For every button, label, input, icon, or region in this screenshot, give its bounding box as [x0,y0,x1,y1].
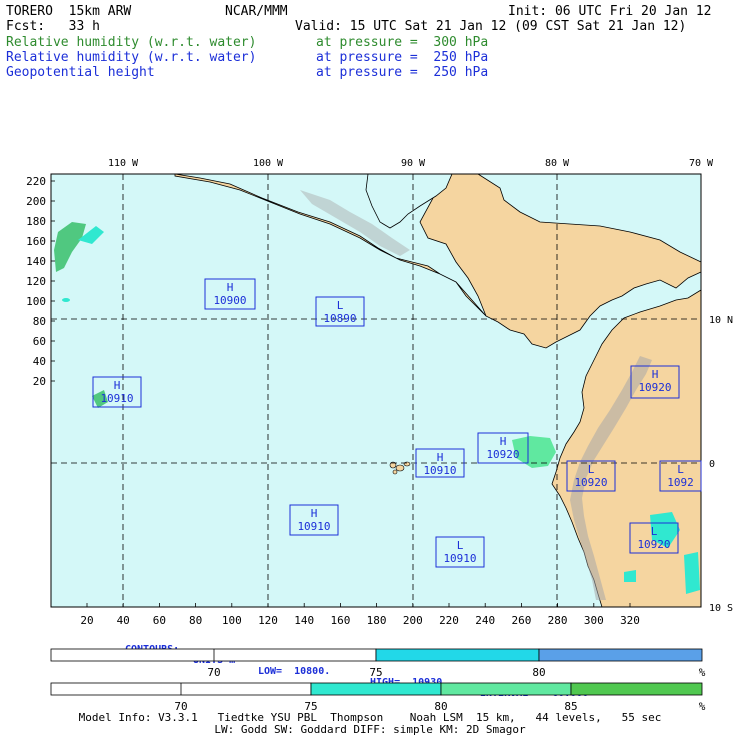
legend1-band-cyan [375,648,540,662]
pressure-center-value: 1092 [667,476,694,489]
pressure-center-type: H [652,368,659,381]
bottom-tick-label: 140 [294,614,314,627]
legend2-band-mint [440,682,572,696]
bottom-tick-label: 300 [584,614,604,627]
bottom-tick-label: 220 [439,614,459,627]
bottom-tick-label: 260 [511,614,531,627]
pressure-center-value: 10920 [637,538,670,551]
bottom-tick-label: 20 [80,614,93,627]
bottom-tick-label: 180 [367,614,387,627]
pressure-center-value: 10890 [323,312,356,325]
left-tick-label: 180 [26,215,46,228]
left-tick-label: 120 [26,275,46,288]
left-tick-label: 20 [33,375,46,388]
bottom-tick-label: 80 [189,614,202,627]
pressure-center-type: H [311,507,318,520]
top-longitude-labels: 110 W 100 W 90 W 80 W 70 W [108,158,714,169]
pressure-center-value: 10910 [423,464,456,477]
pressure-center-type: L [677,463,684,476]
legend1-tick-75: 75 [369,666,382,679]
pressure-center-value: 10920 [486,448,519,461]
legend1-band-white [50,648,377,662]
left-tick-label: 160 [26,235,46,248]
pressure-center-type: H [500,435,507,448]
bottom-tick-label: 60 [153,614,166,627]
pressure-center-type: L [588,463,595,476]
lon-label: 110 W [108,158,139,169]
legend1-unit: % [699,666,706,679]
legend1-tick-70: 70 [207,666,220,679]
left-tick-label: 100 [26,295,46,308]
pressure-center-value: 10900 [213,294,246,307]
bottom-tick-label: 40 [117,614,130,627]
lat-label: 10 S [709,603,733,614]
pressure-center-type: L [457,539,464,552]
pressure-center-value: 10910 [443,552,476,565]
model-info-line-2: LW: Godd SW: Goddard DIFF: simple KM: 2D… [214,723,526,736]
bottom-tick-label: 200 [403,614,423,627]
bottom-tick-label: 100 [222,614,242,627]
pressure-center-value: 10910 [297,520,330,533]
pressure-center-value: 10920 [638,381,671,394]
lon-label: 100 W [253,158,284,169]
legend2-band-green [570,682,703,696]
left-tick-label: 200 [26,195,46,208]
lon-label: 90 W [401,158,426,169]
lat-label: 0 [709,459,715,470]
lat-label: 10 N [709,315,733,326]
bottom-tick-label: 160 [330,614,350,627]
pressure-center-type: H [227,281,234,294]
lon-label: 80 W [545,158,570,169]
pressure-center-type: L [651,525,658,538]
bottom-tick-label: 280 [548,614,568,627]
pressure-center-type: H [114,379,121,392]
weather-map: 220 200 180 160 140 120 100 80 60 40 20 20 40 60 80 10… [26,158,733,627]
pressure-center-type: H [437,451,444,464]
pressure-center-type: L [337,299,344,312]
pressure-center-value: 10920 [574,476,607,489]
left-tick-label: 40 [33,355,46,368]
left-tick-label: 140 [26,255,46,268]
left-tick-label: 80 [33,315,46,328]
bottom-tick-label: 120 [258,614,278,627]
bottom-tick-label: 320 [620,614,640,627]
legend1-band-blue [538,648,703,662]
lon-label: 70 W [689,158,714,169]
legend2-band-teal [310,682,442,696]
pressure-center-value: 10910 [100,392,133,405]
legend1-tick-80: 80 [532,666,545,679]
bottom-tick-label: 240 [475,614,495,627]
left-tick-label: 60 [33,335,46,348]
left-tick-label: 220 [26,175,46,188]
right-latitude-labels: 10 N 0 10 S [709,315,733,614]
